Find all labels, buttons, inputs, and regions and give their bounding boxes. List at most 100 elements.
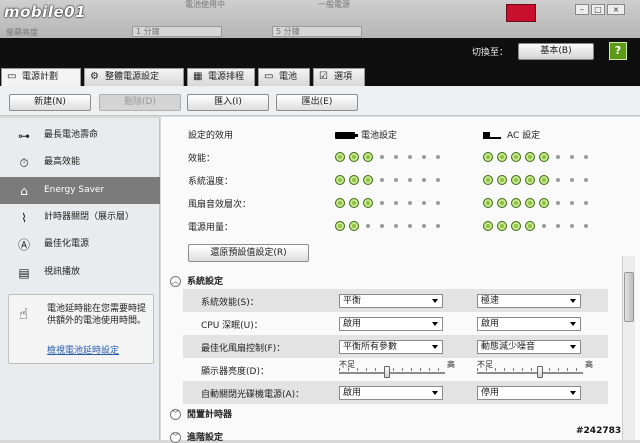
tab-options[interactable]: ☑ 選項 <box>313 68 365 86</box>
meter-dot-filled <box>335 221 345 231</box>
idle-timer-section[interactable]: ﹀ 閒置計時器 <box>170 407 232 420</box>
meter-dot-filled <box>363 152 373 162</box>
meter-dot-filled <box>497 152 507 162</box>
new-plan-button[interactable]: 新建(N) <box>9 94 91 111</box>
meter-dot-empty <box>422 155 426 159</box>
dropdown-arrow-icon <box>432 299 438 303</box>
select-value: 極速 <box>481 296 500 306</box>
maximize-icon[interactable]: □ <box>591 4 605 15</box>
close-icon[interactable]: × <box>607 4 625 15</box>
slider-ticks <box>339 368 445 371</box>
ac-column-header: AC 設定 <box>483 128 540 141</box>
bg-dim-label: 螢幕亮度 <box>6 28 38 37</box>
meter-dot-filled <box>539 198 549 208</box>
meter-dot-empty <box>436 224 440 228</box>
meter-dot-empty <box>436 155 440 159</box>
meter-dot-filled <box>497 175 507 185</box>
advanced-settings-section[interactable]: ﹀ 進階設定 <box>170 430 223 443</box>
meter-dot-empty <box>584 224 588 228</box>
sidebar-item-timer-off[interactable]: ⌇ 計時器關閉（展示層） <box>0 204 160 231</box>
fan-battery-select[interactable]: 平衡所有參數 <box>339 340 443 354</box>
meter-dot-empty <box>408 224 412 228</box>
import-plan-button[interactable]: 匯入(I) <box>187 94 269 111</box>
select-value: 平衡 <box>343 296 362 306</box>
meter-dot-empty <box>584 201 588 205</box>
cpu-sleep-ac-select[interactable]: 啟用 <box>477 317 581 331</box>
slider-high-label: 高 <box>447 360 455 369</box>
scrollbar-thumb[interactable] <box>624 272 634 322</box>
power-usage-ac-meter <box>483 221 588 231</box>
meter-dot-filled <box>349 198 359 208</box>
help-icon[interactable]: ? <box>609 42 627 60</box>
select-value: 啟用 <box>343 319 362 329</box>
bg-close-button[interactable] <box>506 4 536 22</box>
select-value: 停用 <box>481 388 500 398</box>
slider-track <box>477 372 583 374</box>
select-value: 動態減少噪音 <box>481 342 536 352</box>
sidebar-item-max-battery[interactable]: ⊶ 最長電池壽命 <box>0 122 160 149</box>
sidebar-item-energy-saver[interactable]: ⌂ Energy Saver <box>0 177 160 204</box>
fan-ac-select[interactable]: 動態減少噪音 <box>477 340 581 354</box>
slider-track <box>339 372 445 374</box>
background-window-strip: mobile01 電池使用中 一般電源 螢幕亮度 1 分鐘 5 分鐘 – □ × <box>0 0 640 38</box>
plan-toolbar: 新建(N) 刪除(D) 匯入(I) 匯出(E) <box>0 86 640 116</box>
brightness-ac-slider[interactable]: 不足 高 <box>477 359 593 379</box>
meter-dot-empty <box>380 178 384 182</box>
chevron-up-icon: ︿ <box>170 276 181 287</box>
meter-dot-empty <box>380 201 384 205</box>
brightness-battery-slider[interactable]: 不足 高 <box>339 359 455 379</box>
dropdown-arrow-icon <box>570 345 576 349</box>
sidebar-item-max-performance[interactable]: ⏱ 最高效能 <box>0 149 160 176</box>
tab-power-plan[interactable]: ▭ 電源計劃 <box>1 68 81 87</box>
meter-dot-filled <box>539 152 549 162</box>
basic-mode-button[interactable]: 基本(B) <box>518 43 594 60</box>
meter-dot-filled <box>497 221 507 231</box>
meter-dot-empty <box>570 201 574 205</box>
meter-dot-empty <box>556 201 560 205</box>
power-usage-battery-meter <box>335 221 440 231</box>
meter-dot-filled <box>511 221 521 231</box>
meter-dot-empty <box>408 178 412 182</box>
settings-scrollbar[interactable] <box>622 256 635 440</box>
section-title: 閒置計時器 <box>187 410 233 420</box>
meter-dot-empty <box>584 155 588 159</box>
meter-dot-empty <box>556 155 560 159</box>
tab-battery[interactable]: ▭ 電池 <box>258 68 310 86</box>
meter-dot-empty <box>394 178 398 182</box>
restore-defaults-button[interactable]: 還原預設值設定(R) <box>188 244 309 262</box>
battery-extension-link[interactable]: 檢視電池延時設定 <box>47 343 119 356</box>
meter-dot-filled <box>511 152 521 162</box>
minimize-icon[interactable]: – <box>575 4 589 15</box>
performance-ac-select[interactable]: 極速 <box>477 294 581 308</box>
timer-off-icon: ⌇ <box>21 211 27 225</box>
export-plan-button[interactable]: 匯出(E) <box>276 94 358 111</box>
setting-row-performance: 系統效能(S)： 平衡 極速 <box>183 289 608 312</box>
meter-dot-filled <box>525 175 535 185</box>
cpu-sleep-battery-select[interactable]: 啟用 <box>339 317 443 331</box>
temperature-ac-meter <box>483 175 588 185</box>
tab-global-power[interactable]: ⚙ 整體電源設定 <box>84 68 184 86</box>
select-value: 啟用 <box>343 388 362 398</box>
optical-battery-select[interactable]: 啟用 <box>339 386 443 400</box>
plan-sidebar: ⊶ 最長電池壽命 ⏱ 最高效能 ⌂ Energy Saver ⌇ 計時器關閉（展… <box>0 118 160 440</box>
tab-label: 電源排程 <box>208 72 245 82</box>
system-settings-section[interactable]: ︿ 系統設定 <box>170 274 223 287</box>
setting-label: 系統效能(S)： <box>201 298 259 308</box>
slider-thumb[interactable] <box>384 366 390 378</box>
delete-plan-button[interactable]: 刪除(D) <box>99 94 181 111</box>
setting-row-brightness: 顯示器亮度(D)： 不足 高 不足 高 <box>183 358 608 381</box>
section-title: 進階設定 <box>187 433 224 443</box>
sidebar-item-label: 視訊播放 <box>44 267 81 277</box>
meter-dot-filled <box>539 175 549 185</box>
post-stamp: #242783 <box>576 426 622 436</box>
sidebar-item-video[interactable]: ▤ 視訊播放 <box>0 259 160 286</box>
performance-ac-meter <box>483 152 588 162</box>
letter-a-icon: Ⓐ <box>17 238 30 252</box>
tab-schedule[interactable]: ▦ 電源排程 <box>187 68 255 86</box>
optical-ac-select[interactable]: 停用 <box>477 386 581 400</box>
performance-battery-select[interactable]: 平衡 <box>339 294 443 308</box>
sidebar-item-optimized[interactable]: Ⓐ 最佳化電源 <box>0 231 160 258</box>
slider-thumb[interactable] <box>537 366 543 378</box>
info-text: 電池延時能在您需要時提供額外的電池使用時間。 <box>47 304 147 326</box>
plan-detail-panel: 設定的效用 電池設定 AC 設定 效能： 系統溫度： 風扇音效層次： 電源用量：… <box>161 117 640 443</box>
